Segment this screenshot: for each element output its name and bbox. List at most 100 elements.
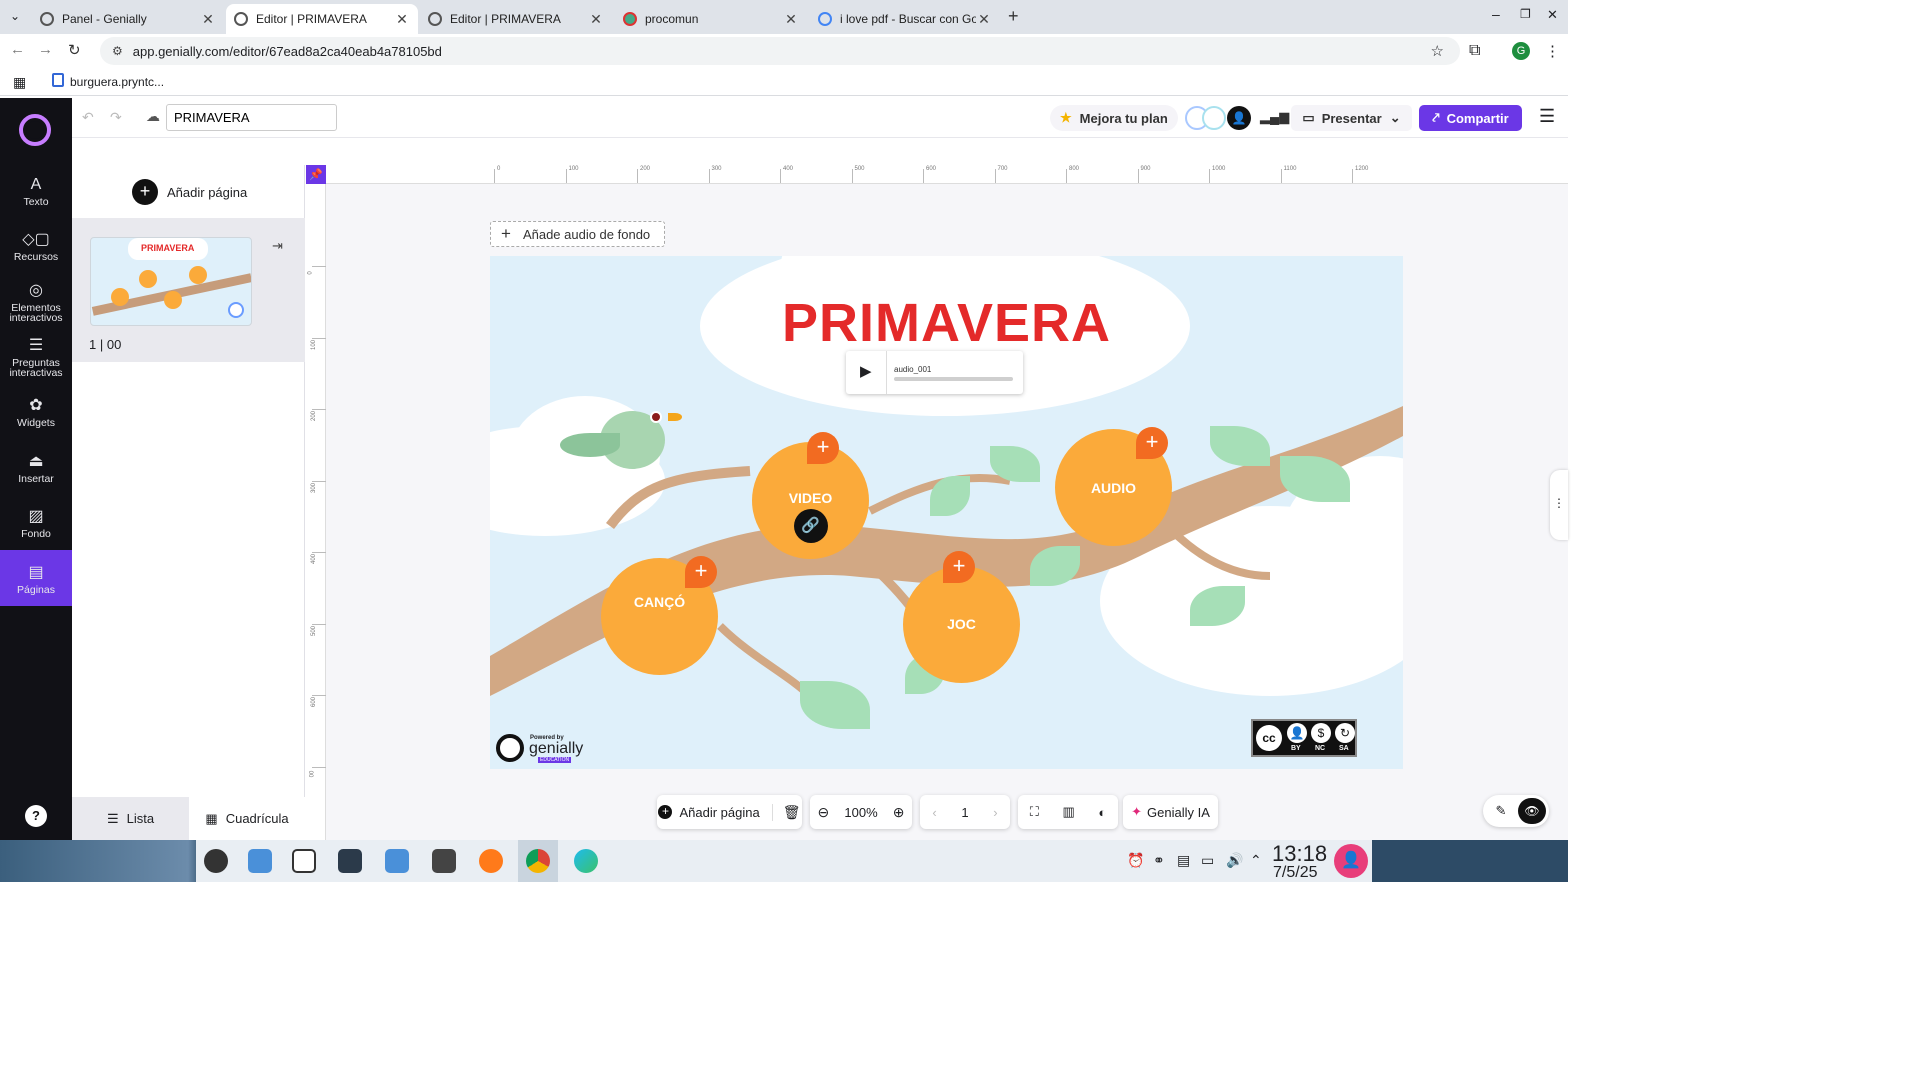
- list-view-button[interactable]: ☰ Lista: [72, 797, 189, 840]
- link-icon[interactable]: 🔗: [793, 509, 828, 543]
- page-list-item[interactable]: PRIMAVERA ⇥ 1 | 00: [72, 218, 305, 362]
- add-page-button[interactable]: + Añadir página: [132, 179, 247, 205]
- layout-icon[interactable]: ▥: [1062, 804, 1074, 820]
- redo-icon[interactable]: ↷: [110, 109, 122, 126]
- sidebar-item-recursos[interactable]: ◇▢ Recursos: [0, 230, 72, 262]
- volume-icon[interactable]: 🔊: [1226, 852, 1243, 869]
- video-plus-icon[interactable]: +: [807, 432, 839, 464]
- chevron-up-icon[interactable]: ⌃: [1250, 852, 1262, 869]
- close-tab-icon[interactable]: ✕: [783, 11, 799, 28]
- browser-menu-icon[interactable]: ⋮: [1545, 42, 1560, 60]
- present-button[interactable]: ▭ Presentar ⌄: [1291, 105, 1412, 131]
- audio-progress-bar[interactable]: [894, 377, 1013, 381]
- play-icon[interactable]: ▶: [860, 362, 872, 380]
- add-background-audio-button[interactable]: + Añade audio de fondo: [490, 221, 665, 247]
- audio-player[interactable]: ▶ audio_001: [846, 351, 1023, 394]
- sidebar-item-insertar[interactable]: ⏏ Insertar: [0, 452, 72, 484]
- collaborator-avatar[interactable]: [1202, 106, 1226, 130]
- slide-canvas[interactable]: PRIMAVERA ▶ audio_001 VIDEO 🔗 + AUDIO + …: [490, 256, 1403, 769]
- reload-icon[interactable]: ↻: [68, 41, 81, 59]
- previous-page-icon[interactable]: ‹: [932, 805, 936, 820]
- extensions-icon[interactable]: ⧉: [1469, 42, 1480, 60]
- apps-grid-icon[interactable]: ▦: [13, 74, 26, 91]
- page-thumbnail[interactable]: PRIMAVERA: [90, 237, 252, 326]
- theme-icon[interactable]: ◐: [1098, 805, 1106, 820]
- edge-icon[interactable]: [574, 849, 598, 873]
- close-tab-icon[interactable]: ✕: [200, 11, 216, 28]
- next-page-icon[interactable]: ›: [993, 805, 997, 820]
- preview-eye-icon[interactable]: 👁: [1518, 798, 1546, 824]
- browser-tab[interactable]: Panel - Genially ✕: [32, 4, 224, 34]
- sidebar-item-paginas[interactable]: ▤ Páginas: [0, 550, 72, 606]
- sidebar-item-texto[interactable]: A Texto: [0, 175, 72, 207]
- browser-tab[interactable]: i love pdf - Buscar con Goo ✕: [810, 4, 1000, 34]
- close-tab-icon[interactable]: ✕: [588, 11, 604, 28]
- statistics-icon[interactable]: ▂▄▆: [1260, 109, 1289, 125]
- mode-toggle[interactable]: ✎ 👁: [1483, 795, 1549, 827]
- close-window-icon[interactable]: ✕: [1547, 7, 1558, 23]
- trash-icon[interactable]: 🗑: [771, 803, 801, 821]
- zoom-in-icon[interactable]: ⊕: [893, 804, 905, 821]
- side-panel-toggle[interactable]: ⋮: [1550, 470, 1568, 540]
- minimize-icon[interactable]: –: [1492, 6, 1500, 22]
- bookmark-star-icon[interactable]: ☆: [1431, 42, 1444, 60]
- network-share-icon[interactable]: ⚭: [1153, 852, 1165, 869]
- add-collaborator-icon[interactable]: 👤: [1227, 106, 1251, 130]
- undo-icon[interactable]: ↶: [82, 109, 94, 126]
- sidebar-item-fondo[interactable]: ▨ Fondo: [0, 507, 72, 539]
- bookmark-link[interactable]: burguera.pryntc...: [70, 75, 164, 89]
- close-tab-icon[interactable]: ✕: [976, 11, 992, 28]
- chrome-icon[interactable]: [526, 849, 550, 873]
- back-icon[interactable]: ←: [10, 41, 25, 58]
- share-button[interactable]: ⤤ Compartir: [1419, 105, 1522, 131]
- canco-plus-icon[interactable]: +: [685, 556, 717, 588]
- clock-date[interactable]: 7/5/25: [1273, 864, 1317, 882]
- genially-logo-icon[interactable]: [19, 114, 51, 146]
- browser-tab[interactable]: procomun ✕: [615, 4, 807, 34]
- restore-icon[interactable]: ❐: [1520, 7, 1531, 21]
- grid-view-button[interactable]: ▦ Cuadrícula: [189, 797, 305, 840]
- forward-icon[interactable]: →: [38, 41, 53, 58]
- software-center-icon[interactable]: [248, 849, 272, 873]
- clipboard-icon[interactable]: ▤: [1177, 852, 1190, 869]
- notification-icon[interactable]: ⏰: [1127, 852, 1144, 869]
- pin-icon[interactable]: 📌: [306, 165, 326, 185]
- address-bar[interactable]: ⚙ app.genially.com/editor/67ead8a2ca40ea…: [100, 37, 1460, 65]
- genially-ai-button[interactable]: ✦ Genially IA: [1123, 795, 1218, 829]
- close-tab-icon[interactable]: ✕: [394, 11, 410, 28]
- tab-search-chevron-icon[interactable]: ⌄: [10, 9, 20, 23]
- sidebar-item-preguntas-interactivas[interactable]: ☰ Preguntas interactivas: [0, 336, 72, 378]
- file-manager-icon[interactable]: [385, 849, 409, 873]
- help-icon[interactable]: ?: [25, 805, 47, 827]
- fit-screen-icon[interactable]: ⛶: [1030, 804, 1039, 820]
- audio-plus-icon[interactable]: +: [1136, 427, 1168, 459]
- display-icon[interactable]: ▭: [1201, 852, 1214, 869]
- settings-app-icon[interactable]: [338, 849, 362, 873]
- firefox-icon[interactable]: [479, 849, 503, 873]
- clock-time[interactable]: 13:18: [1272, 843, 1327, 865]
- project-title-input[interactable]: [166, 104, 337, 131]
- sidebar-item-elementos-interactivos[interactable]: ◎ Elementos interactivos: [0, 281, 72, 323]
- site-info-icon[interactable]: ⚙: [112, 44, 123, 58]
- bottom-add-page-button[interactable]: + Añadir página 🗑: [657, 795, 802, 829]
- user-account-icon[interactable]: 👤: [1334, 844, 1368, 878]
- app-launcher-icon[interactable]: [204, 849, 228, 873]
- profile-avatar[interactable]: G: [1512, 42, 1530, 60]
- joc-button[interactable]: JOC: [903, 566, 1020, 683]
- browser-tab-active[interactable]: Editor | PRIMAVERA ✕: [226, 4, 418, 34]
- hamburger-menu-icon[interactable]: ☰: [1539, 106, 1555, 127]
- slide-title[interactable]: PRIMAVERA: [782, 292, 1110, 354]
- zoom-out-icon[interactable]: ⊖: [818, 804, 830, 821]
- current-page[interactable]: 1: [961, 805, 968, 820]
- zoom-level[interactable]: 100%: [844, 805, 877, 820]
- new-tab-icon[interactable]: +: [1008, 6, 1019, 27]
- page-options-icon[interactable]: ⇥: [272, 238, 283, 254]
- url-text[interactable]: app.genially.com/editor/67ead8a2ca40eab4…: [133, 44, 442, 59]
- calculator-icon[interactable]: [432, 849, 456, 873]
- upgrade-plan-button[interactable]: ★ Mejora tu plan: [1050, 105, 1178, 131]
- edit-pencil-icon[interactable]: ✎: [1489, 799, 1513, 823]
- browser-tab[interactable]: Editor | PRIMAVERA ✕: [420, 4, 612, 34]
- window-icon[interactable]: [292, 849, 316, 873]
- sidebar-item-widgets[interactable]: ✿ Widgets: [0, 396, 72, 428]
- joc-plus-icon[interactable]: +: [943, 551, 975, 583]
